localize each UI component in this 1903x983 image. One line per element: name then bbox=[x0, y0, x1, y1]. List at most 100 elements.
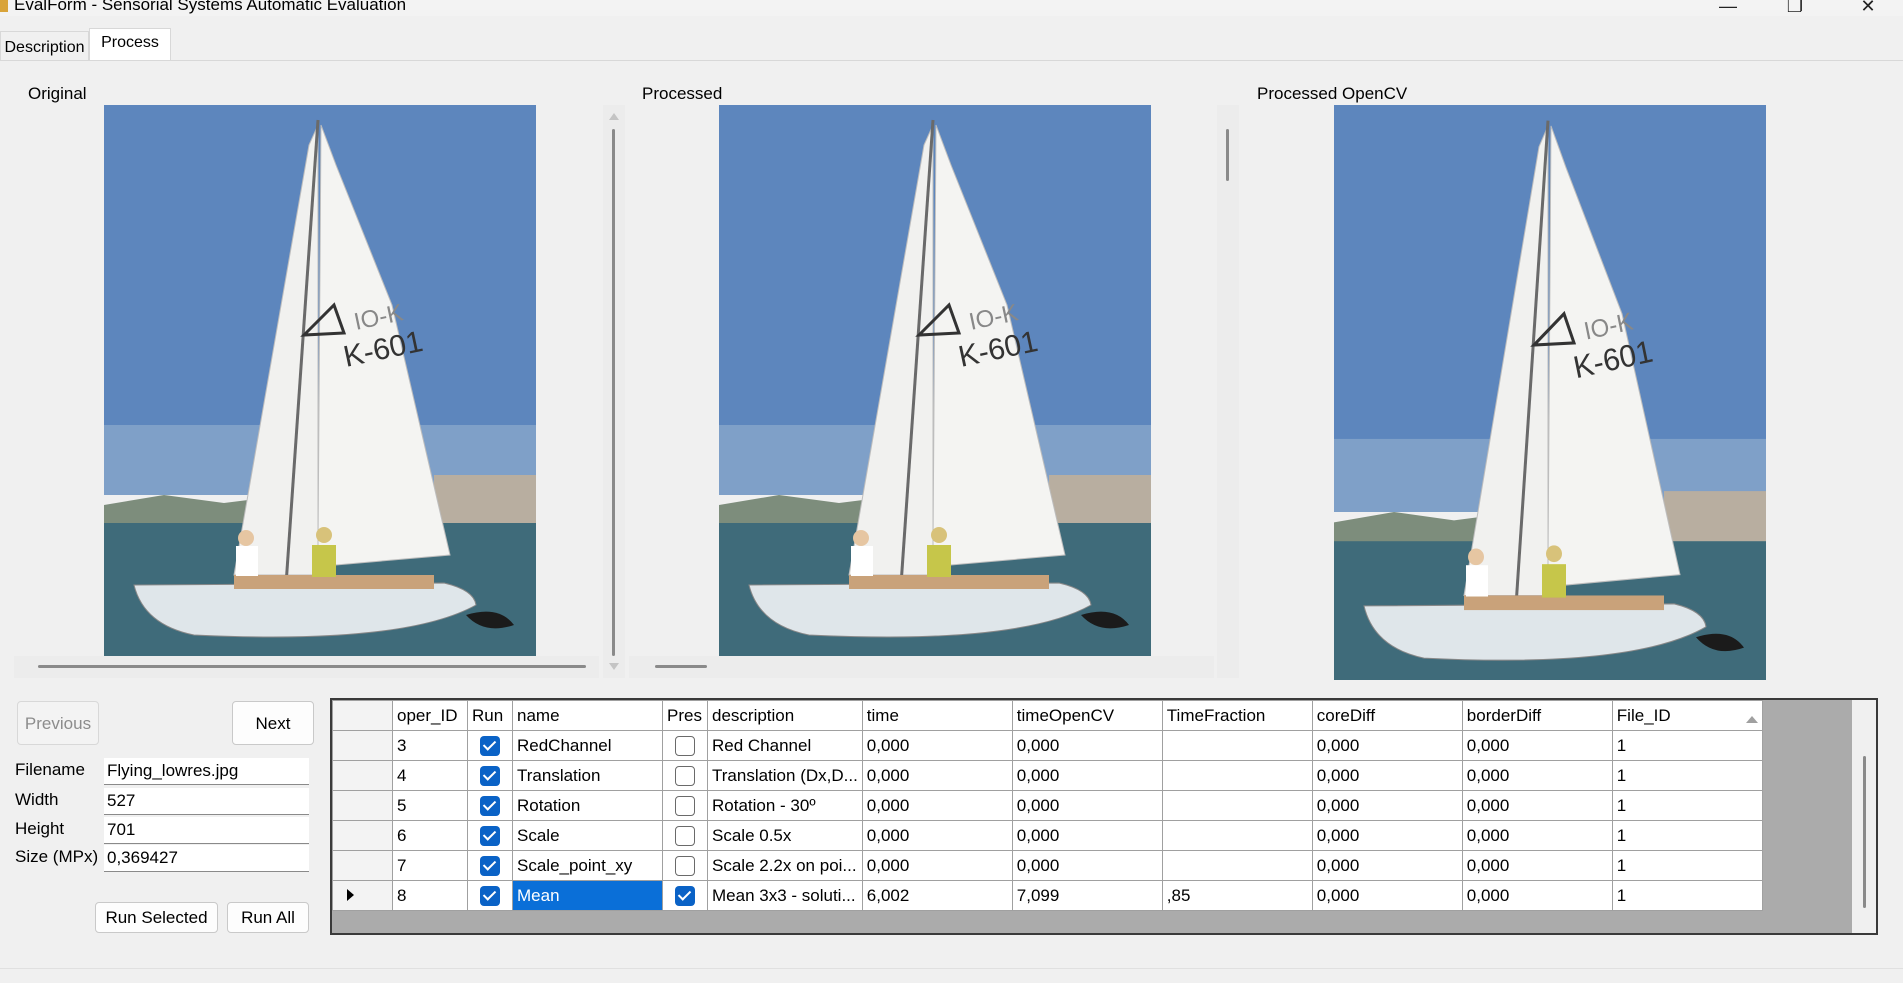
row-header[interactable] bbox=[332, 730, 393, 761]
cell-borderdiff[interactable]: 0,000 bbox=[1461, 730, 1613, 761]
cell-borderdiff[interactable]: 0,000 bbox=[1461, 850, 1613, 881]
cell-time[interactable]: 0,000 bbox=[861, 790, 1013, 821]
run-all-button[interactable]: Run All bbox=[227, 902, 309, 933]
column-header-time[interactable]: time bbox=[861, 700, 1013, 731]
cell-name[interactable]: Rotation bbox=[512, 790, 663, 821]
run-selected-button[interactable]: Run Selected bbox=[95, 902, 218, 933]
column-header-core-diff[interactable]: coreDiff bbox=[1311, 700, 1463, 731]
table-row[interactable]: 5 Rotation Rotation - 30º 0,000 0,000 0,000 0,… bbox=[332, 790, 1763, 821]
cell-timeopencv[interactable]: 0,000 bbox=[1011, 730, 1163, 761]
cell-file_id[interactable]: 1 bbox=[1611, 880, 1763, 911]
cell-file_id[interactable]: 1 bbox=[1611, 850, 1763, 881]
row-header[interactable] bbox=[332, 760, 393, 791]
cell-corediff[interactable]: 0,000 bbox=[1311, 820, 1463, 851]
operations-grid[interactable]: oper_ID Run name Pres description time t… bbox=[330, 698, 1878, 935]
column-header-file-id[interactable]: File_ID bbox=[1611, 700, 1763, 731]
row-header[interactable] bbox=[332, 850, 393, 881]
original-hscrollbar[interactable] bbox=[14, 656, 599, 678]
tab-description[interactable]: Description bbox=[0, 31, 89, 61]
width-field[interactable]: 527 bbox=[104, 788, 309, 815]
pres-checkbox-cell[interactable] bbox=[662, 820, 708, 851]
run-checkbox-cell[interactable] bbox=[467, 730, 513, 761]
processed-hscroll-thumb[interactable] bbox=[655, 665, 707, 668]
cell-file_id[interactable]: 1 bbox=[1611, 790, 1763, 821]
cell-name[interactable]: Mean bbox=[512, 880, 663, 911]
pres-checkbox[interactable] bbox=[675, 885, 695, 906]
maximize-button[interactable]: ❐ bbox=[1775, 0, 1815, 16]
cell-timefraction[interactable]: ,85 bbox=[1161, 880, 1313, 911]
processed-hscrollbar[interactable] bbox=[629, 656, 1214, 678]
column-header-run[interactable]: Run bbox=[467, 700, 513, 731]
grid-vscroll-thumb[interactable] bbox=[1863, 756, 1866, 908]
run-checkbox[interactable] bbox=[480, 765, 500, 786]
cell-corediff[interactable]: 0,000 bbox=[1311, 730, 1463, 761]
run-checkbox-cell[interactable] bbox=[467, 880, 513, 911]
column-header-name[interactable]: name bbox=[512, 700, 663, 731]
cell-borderdiff[interactable]: 0,000 bbox=[1461, 820, 1613, 851]
pres-checkbox[interactable] bbox=[675, 735, 695, 756]
cell-timeopencv[interactable]: 7,099 bbox=[1011, 880, 1163, 911]
table-row[interactable]: 3 RedChannel Red Channel 0,000 0,000 0,000 0,0… bbox=[332, 730, 1763, 761]
processed-vscrollbar[interactable] bbox=[1217, 105, 1239, 678]
cell-timefraction[interactable] bbox=[1161, 850, 1313, 881]
column-header-time-fraction[interactable]: TimeFraction bbox=[1161, 700, 1313, 731]
cell-corediff[interactable]: 0,000 bbox=[1311, 790, 1463, 821]
cell-timeopencv[interactable]: 0,000 bbox=[1011, 820, 1163, 851]
run-checkbox-cell[interactable] bbox=[467, 820, 513, 851]
run-checkbox[interactable] bbox=[480, 735, 500, 756]
run-checkbox[interactable] bbox=[480, 825, 500, 846]
cell-oper_id[interactable]: 5 bbox=[392, 790, 468, 821]
grid-vscrollbar[interactable] bbox=[1852, 700, 1876, 933]
cell-corediff[interactable]: 0,000 bbox=[1311, 850, 1463, 881]
run-checkbox-cell[interactable] bbox=[467, 790, 513, 821]
pres-checkbox[interactable] bbox=[675, 825, 695, 846]
height-field[interactable]: 701 bbox=[104, 817, 309, 844]
cell-time[interactable]: 6,002 bbox=[861, 880, 1013, 911]
pres-checkbox[interactable] bbox=[675, 795, 695, 816]
next-button[interactable]: Next bbox=[232, 701, 314, 745]
original-vscroll-thumb[interactable] bbox=[612, 129, 615, 656]
cell-description[interactable]: Scale 0.5x bbox=[707, 820, 863, 851]
cell-timefraction[interactable] bbox=[1161, 730, 1313, 761]
pres-checkbox-cell[interactable] bbox=[662, 790, 708, 821]
tab-process[interactable]: Process bbox=[89, 28, 171, 61]
column-header-pres[interactable]: Pres bbox=[662, 700, 708, 731]
close-button[interactable]: ✕ bbox=[1848, 0, 1888, 16]
cell-oper_id[interactable]: 3 bbox=[392, 730, 468, 761]
original-hscroll-thumb[interactable] bbox=[38, 665, 586, 668]
cell-borderdiff[interactable]: 0,000 bbox=[1461, 880, 1613, 911]
cell-description[interactable]: Red Channel bbox=[707, 730, 863, 761]
previous-button[interactable]: Previous bbox=[17, 701, 99, 745]
pres-checkbox-cell[interactable] bbox=[662, 730, 708, 761]
run-checkbox[interactable] bbox=[480, 855, 500, 876]
cell-time[interactable]: 0,000 bbox=[861, 730, 1013, 761]
cell-timeopencv[interactable]: 0,000 bbox=[1011, 790, 1163, 821]
minimize-button[interactable]: — bbox=[1708, 0, 1748, 16]
cell-name[interactable]: Scale_point_xy bbox=[512, 850, 663, 881]
cell-borderdiff[interactable]: 0,000 bbox=[1461, 790, 1613, 821]
filename-field[interactable]: Flying_lowres.jpg bbox=[104, 758, 309, 785]
cell-file_id[interactable]: 1 bbox=[1611, 820, 1763, 851]
original-vscrollbar[interactable] bbox=[603, 105, 625, 678]
cell-name[interactable]: RedChannel bbox=[512, 730, 663, 761]
run-checkbox[interactable] bbox=[480, 885, 500, 906]
run-checkbox-cell[interactable] bbox=[467, 850, 513, 881]
row-header[interactable] bbox=[332, 790, 393, 821]
cell-timefraction[interactable] bbox=[1161, 760, 1313, 791]
cell-description[interactable]: Mean 3x3 - soluti... bbox=[707, 880, 863, 911]
cell-file_id[interactable]: 1 bbox=[1611, 730, 1763, 761]
processed-vscroll-thumb[interactable] bbox=[1226, 129, 1229, 181]
cell-timeopencv[interactable]: 0,000 bbox=[1011, 760, 1163, 791]
cell-name[interactable]: Scale bbox=[512, 820, 663, 851]
cell-oper_id[interactable]: 6 bbox=[392, 820, 468, 851]
pres-checkbox-cell[interactable] bbox=[662, 760, 708, 791]
table-row[interactable]: 8 Mean Mean 3x3 - soluti... 6,002 7,099,85 0,… bbox=[332, 880, 1763, 911]
pres-checkbox-cell[interactable] bbox=[662, 850, 708, 881]
cell-name[interactable]: Translation bbox=[512, 760, 663, 791]
column-header-border-diff[interactable]: borderDiff bbox=[1461, 700, 1613, 731]
table-row[interactable]: 4 Translation Translation (Dx,D... 0,000 0,0… bbox=[332, 760, 1763, 791]
run-checkbox[interactable] bbox=[480, 795, 500, 816]
cell-time[interactable]: 0,000 bbox=[861, 760, 1013, 791]
pres-checkbox[interactable] bbox=[675, 855, 695, 876]
cell-borderdiff[interactable]: 0,000 bbox=[1461, 760, 1613, 791]
